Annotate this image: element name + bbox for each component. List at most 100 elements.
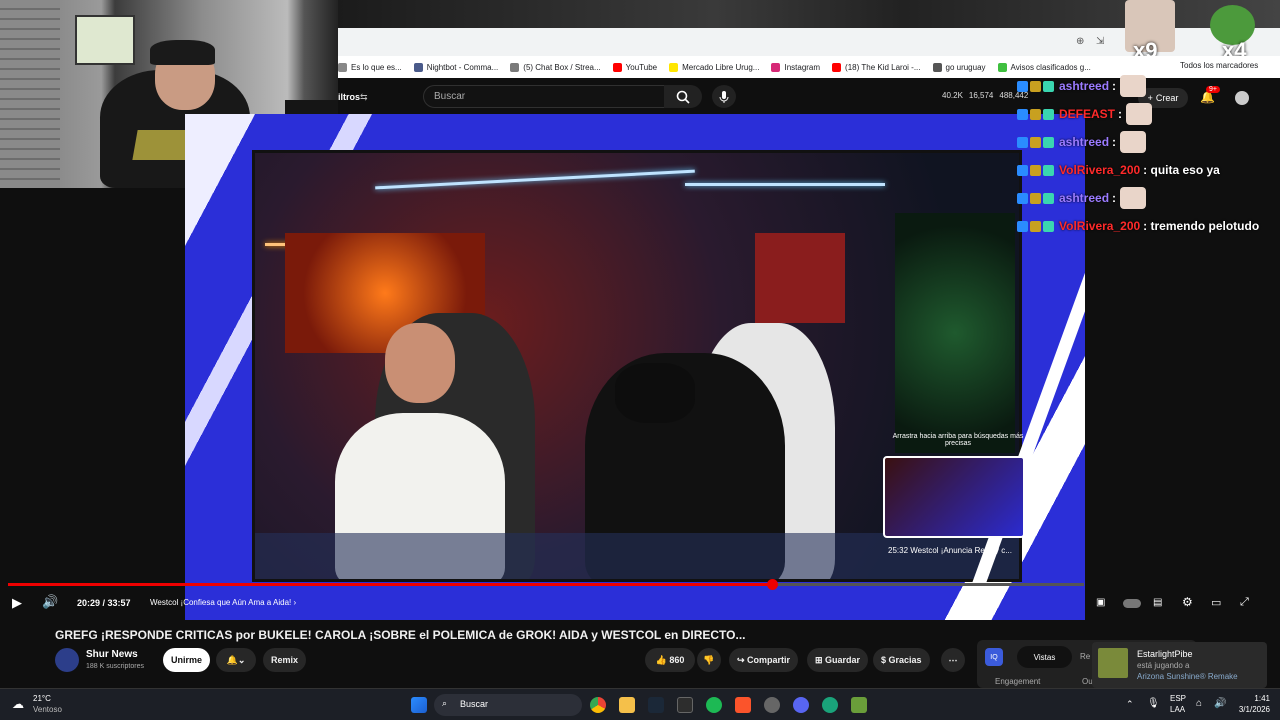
chat-badge-icon xyxy=(1030,164,1041,176)
play-icon[interactable]: ▶ xyxy=(12,595,22,611)
bookmark-item[interactable]: YouTube xyxy=(612,62,658,72)
volume-icon[interactable]: 🔊 xyxy=(42,594,58,610)
install-icon[interactable]: ⇲ xyxy=(1096,36,1104,47)
taskbar-search[interactable]: ⌕ Buscar xyxy=(434,694,582,716)
thanks-icon: $ xyxy=(881,655,889,665)
subscribe-bell-button[interactable]: 🔔⌄ xyxy=(216,648,256,672)
friend-game: Arizona Sunshine® Remake xyxy=(1137,672,1238,681)
windows-start-icon[interactable] xyxy=(411,697,427,713)
lang-2[interactable]: LAA xyxy=(1170,705,1185,714)
chat-badge-icon xyxy=(1017,220,1028,232)
fullscreen-icon[interactable]: ⤢ xyxy=(1240,596,1249,609)
game-icon[interactable] xyxy=(851,697,867,713)
join-button[interactable]: Unirme xyxy=(163,648,211,672)
settings-icon[interactable]: ⚙ xyxy=(1182,595,1193,609)
filters-icon[interactable]: ⇆ xyxy=(360,92,368,103)
mic-tray-icon[interactable]: 🎙 xyxy=(1147,698,1160,709)
chat-badge-icon xyxy=(1043,220,1054,232)
chat-badge-icon xyxy=(1043,192,1054,204)
chat-badge-icon xyxy=(1043,80,1054,92)
stream-stats: 40.2K 16,574 488,442 xyxy=(942,91,1028,100)
progress-fill xyxy=(8,583,772,586)
chrome-icon[interactable] xyxy=(590,697,606,713)
chapter-title[interactable]: Westcol ¡Confiesa que Aún Ama a Aida! › xyxy=(150,598,296,607)
autoplay-toggle[interactable] xyxy=(1123,599,1141,608)
bookmark-label: YouTube xyxy=(625,62,658,72)
chat-username[interactable]: ashtreed xyxy=(1059,135,1109,149)
app-icon[interactable] xyxy=(822,697,838,713)
share-icon: ↪ xyxy=(737,654,748,665)
video-title: GREFG ¡RESPONDE CRITICAS por BUKELE! CAR… xyxy=(55,628,746,642)
steam-notification[interactable]: EstarlightPibe está jugando a Arizona Su… xyxy=(1092,642,1267,688)
bookmark-icon xyxy=(832,62,842,72)
minecraft-icon[interactable] xyxy=(677,697,693,713)
chat-badge-icon xyxy=(1017,108,1028,120)
tab-re[interactable]: Re xyxy=(1080,652,1090,661)
progress-scrubber[interactable] xyxy=(766,579,778,590)
chat-username[interactable]: DEFEAST xyxy=(1059,107,1115,121)
chat-message: VolRivera_200: quita eso ya xyxy=(1017,156,1275,184)
chat-badge-icon xyxy=(1030,220,1041,232)
chat-badge-icon xyxy=(1043,136,1054,148)
channel-avatar[interactable] xyxy=(55,648,79,672)
weather-icon[interactable]: ☁ xyxy=(12,697,24,711)
mic-button[interactable] xyxy=(712,85,736,108)
bookmark-icon xyxy=(510,62,520,72)
more-actions-button[interactable]: ⋯ xyxy=(941,648,965,672)
chat-badge-icon xyxy=(1017,136,1028,148)
chat-emote xyxy=(1126,103,1153,125)
chat-username[interactable]: VolRivera_200 xyxy=(1059,219,1140,233)
tray-chevron-icon[interactable]: ⌃ xyxy=(1126,699,1134,710)
bookmark-icon xyxy=(338,62,347,72)
all-bookmarks[interactable]: Todos los marcadores xyxy=(1180,61,1258,70)
video-player[interactable] xyxy=(185,114,1085,620)
extension-icon[interactable]: ▣ xyxy=(1096,597,1105,608)
bookmark-item[interactable]: Es lo que es... xyxy=(338,62,402,72)
chat-username[interactable]: ashtreed xyxy=(1059,191,1109,205)
zoom-icon[interactable]: ⊕ xyxy=(1076,36,1084,47)
chat-username[interactable]: VolRivera_200 xyxy=(1059,163,1140,177)
remix-button[interactable]: Remix xyxy=(263,648,307,672)
search-button[interactable] xyxy=(664,85,702,108)
theater-mode-icon[interactable]: ▭ xyxy=(1211,596,1221,609)
steam-icon[interactable] xyxy=(648,697,664,713)
chat-badge-icon xyxy=(1017,164,1028,176)
stat-followers: 40.2K xyxy=(942,91,963,100)
network-icon[interactable]: ⌂ xyxy=(1196,698,1202,709)
lang-1[interactable]: ESP xyxy=(1170,694,1186,703)
tab-views[interactable]: Vistas xyxy=(1017,646,1072,668)
thumbs-up-icon: 👍 xyxy=(655,654,670,665)
channel-row: Shur News 188 K suscriptores Unirme 🔔⌄ R… xyxy=(55,648,975,674)
save-button[interactable]: ⊞ Guardar xyxy=(807,648,869,672)
bookmark-item[interactable]: Avisos clasificados g... xyxy=(997,62,1091,72)
bookmark-item[interactable]: Nightbot - Comma... xyxy=(413,62,498,72)
bookmark-item[interactable]: Mercado Libre Urug... xyxy=(669,62,759,72)
subtitles-icon[interactable]: ▤ xyxy=(1153,597,1162,608)
search-input[interactable]: Buscar xyxy=(423,85,665,108)
thanks-button[interactable]: $ Gracias xyxy=(873,648,930,672)
share-button[interactable]: ↪ Compartir xyxy=(729,648,799,672)
volume-tray-icon[interactable]: 🔊 xyxy=(1214,698,1226,709)
github-icon[interactable] xyxy=(764,697,780,713)
subscriber-count: 188 K suscriptores xyxy=(86,663,144,670)
discord-icon[interactable] xyxy=(793,697,809,713)
filters-label[interactable]: iltros xyxy=(338,92,360,102)
chat-text: : xyxy=(1118,107,1123,121)
dislike-button[interactable]: 👎 xyxy=(697,648,721,672)
channel-name[interactable]: Shur News xyxy=(86,649,138,660)
chat-badge-icon xyxy=(1043,164,1054,176)
thumbs-down-icon: 👎 xyxy=(703,654,715,665)
bookmark-item[interactable]: (5) Chat Box / Strea... xyxy=(510,62,601,72)
chat-badge-icon xyxy=(1030,80,1041,92)
search-icon xyxy=(676,90,690,104)
spotify-icon[interactable] xyxy=(706,697,722,713)
file-explorer-icon[interactable] xyxy=(619,697,635,713)
brave-icon[interactable] xyxy=(735,697,751,713)
search-icon: ⌕ xyxy=(442,698,448,708)
bookmark-label: (5) Chat Box / Strea... xyxy=(523,62,601,72)
bookmark-item[interactable]: (18) The Kid Laroi -... xyxy=(832,62,921,72)
chat-username[interactable]: ashtreed xyxy=(1059,79,1109,93)
bookmark-item[interactable]: Instagram xyxy=(771,62,820,72)
bookmark-item[interactable]: go uruguay xyxy=(932,62,986,72)
like-button[interactable]: 👍 860 xyxy=(645,648,695,672)
